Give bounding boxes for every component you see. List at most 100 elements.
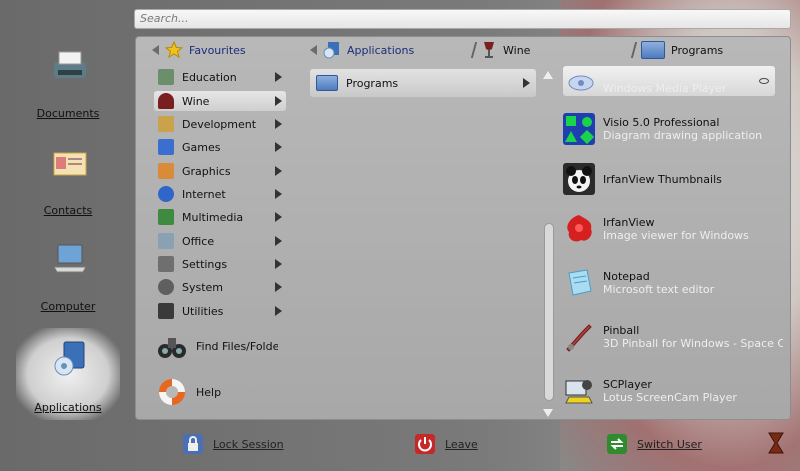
category-settings[interactable]: Settings — [154, 254, 286, 274]
sidebar: Documents Contacts Computer Applications — [0, 36, 133, 426]
find-files-button[interactable]: Find Files/Folders — [156, 329, 278, 363]
subcategory-list: Programs — [308, 64, 538, 409]
app-item-pinball[interactable]: Pinball 3D Pinball for Windows - Space C… — [563, 312, 789, 362]
breadcrumb-favourites[interactable]: Favourites — [152, 37, 246, 63]
category-internet[interactable]: Internet — [154, 184, 286, 204]
category-label: Office — [182, 234, 215, 248]
power-icon — [415, 434, 435, 454]
category-label: Utilities — [182, 304, 224, 318]
category-multimedia[interactable]: Multimedia — [154, 207, 286, 227]
sidebar-item-label: Computer — [40, 300, 96, 313]
programs-folder-item[interactable]: Programs — [310, 69, 536, 97]
sidebar-item-documents[interactable]: Documents — [16, 36, 120, 126]
leave-button[interactable]: Leave — [415, 430, 478, 458]
contacts-icon — [53, 152, 87, 176]
app-item-notepad[interactable]: Notepad Microsoft text editor — [563, 258, 789, 308]
app-item-windows-media-player[interactable]: Windows Media Player — [563, 66, 775, 96]
wine-glass-icon — [158, 93, 174, 109]
hourglass-icon[interactable] — [767, 432, 785, 454]
breadcrumb-label: Favourites — [189, 43, 246, 57]
sidebar-item-computer[interactable]: Computer — [16, 229, 120, 319]
star-icon — [165, 41, 183, 59]
leave-label: Leave — [445, 437, 478, 451]
category-games[interactable]: Games — [154, 137, 286, 157]
breadcrumb-label: Wine — [503, 43, 531, 57]
scroll-down-icon[interactable] — [543, 409, 553, 417]
app-description: 3D Pinball for Windows - Space Cadet — [603, 337, 783, 350]
sidebar-item-label: Contacts — [43, 204, 93, 217]
scroll-up-icon[interactable] — [543, 71, 553, 79]
chevron-right-icon — [275, 189, 282, 199]
switch-user-icon — [607, 434, 627, 454]
category-utilities[interactable]: Utilities — [154, 301, 286, 321]
search-input[interactable]: Search... — [134, 9, 791, 29]
education-icon — [158, 69, 174, 85]
category-office[interactable]: Office — [154, 231, 286, 251]
category-label: Graphics — [182, 164, 231, 178]
chevron-right-icon — [275, 236, 282, 246]
panda-icon — [563, 163, 595, 195]
help-label: Help — [196, 385, 222, 399]
sidebar-item-label: Documents — [36, 107, 100, 120]
chevron-right-icon — [275, 166, 282, 176]
folder-icon — [316, 75, 338, 91]
category-label: System — [182, 280, 224, 294]
laptop-icon — [53, 244, 87, 273]
category-label: Wine — [182, 94, 210, 108]
scroll-thumb[interactable] — [544, 223, 554, 401]
category-label: Settings — [182, 257, 228, 271]
app-description: Diagram drawing application — [603, 129, 763, 142]
irfanview-icon — [567, 215, 592, 242]
notepad-icon — [568, 269, 592, 296]
folder-icon — [641, 41, 665, 59]
app-description: Lotus ScreenCam Player — [603, 391, 737, 404]
app-item-irfanview-thumbnails[interactable]: IrfanView Thumbnails — [563, 154, 789, 204]
category-education[interactable]: Education — [154, 67, 286, 87]
back-arrow-icon — [152, 45, 159, 55]
breadcrumb: Favourites Applications Wine Programs — [136, 37, 790, 63]
breadcrumb-applications[interactable]: Applications — [310, 37, 414, 63]
breadcrumb-wine[interactable]: Wine — [470, 37, 531, 63]
category-graphics[interactable]: Graphics — [154, 161, 286, 181]
app-description: Microsoft text editor — [603, 283, 715, 296]
scroll-track[interactable] — [542, 85, 554, 401]
category-label: Internet — [182, 187, 226, 201]
gear-icon — [158, 279, 174, 295]
chevron-right-icon — [275, 306, 282, 316]
applications-icon — [54, 341, 85, 376]
chevron-right-icon — [275, 119, 282, 129]
visio-icon — [563, 113, 595, 145]
eye-icon[interactable] — [759, 78, 769, 84]
app-list-scrollbar[interactable] — [541, 69, 555, 419]
sidebar-item-contacts[interactable]: Contacts — [16, 133, 120, 223]
media-player-icon — [568, 75, 594, 91]
chevron-right-icon — [275, 282, 282, 292]
breadcrumb-programs[interactable]: Programs — [630, 37, 723, 63]
games-icon — [158, 139, 174, 155]
breadcrumb-label: Applications — [347, 43, 415, 57]
category-label: Education — [182, 70, 237, 84]
category-list: Education Wine Development Games Graphic… — [152, 64, 288, 319]
app-name: Visio 5.0 Professional — [603, 116, 720, 129]
category-system[interactable]: System — [154, 277, 286, 297]
app-item-irfanview[interactable]: IrfanView Image viewer for Windows — [563, 204, 789, 254]
app-name: Windows Media Player — [603, 81, 727, 95]
chevron-right-icon — [275, 96, 282, 106]
globe-icon — [158, 186, 174, 202]
help-button[interactable]: Help — [156, 375, 221, 409]
settings-icon — [158, 256, 174, 272]
lock-session-button[interactable]: Lock Session — [183, 430, 284, 458]
session-bar: Lock Session Leave Switch User — [135, 428, 800, 460]
typewriter-icon — [54, 51, 86, 78]
sidebar-item-applications[interactable]: Applications — [16, 328, 120, 420]
app-item-visio[interactable]: Visio 5.0 Professional Diagram drawing a… — [563, 104, 789, 154]
find-files-label: Find Files/Folders — [196, 339, 278, 353]
app-item-scplayer[interactable]: SCPlayer Lotus ScreenCam Player — [563, 366, 789, 416]
switch-user-button[interactable]: Switch User — [607, 430, 702, 458]
category-development[interactable]: Development — [154, 114, 286, 134]
sidebar-item-label: Applications — [34, 401, 102, 414]
utilities-icon — [158, 303, 174, 319]
binoculars-icon — [158, 338, 186, 358]
category-wine[interactable]: Wine — [154, 91, 286, 111]
scplayer-icon — [565, 380, 593, 404]
